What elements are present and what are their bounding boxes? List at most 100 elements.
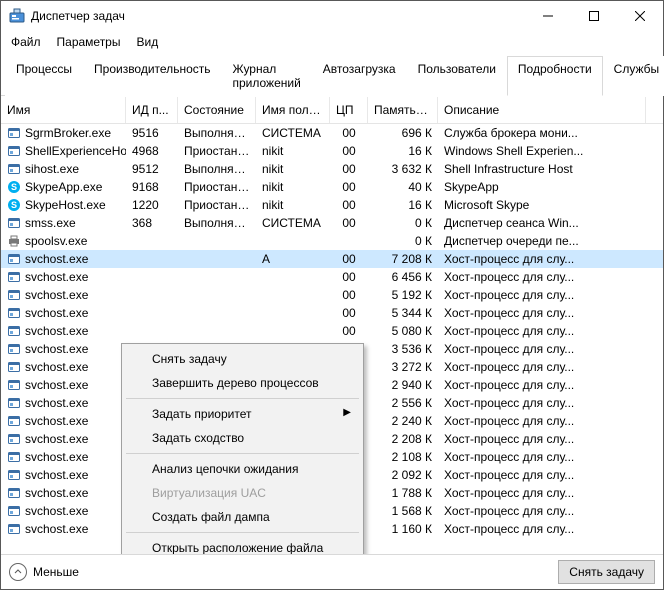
close-button[interactable]: [617, 1, 663, 31]
cell-mem: 5 080 К: [368, 323, 438, 339]
col-mem[interactable]: Память (ч...: [368, 97, 438, 123]
table-row[interactable]: svchost.exe006 456 КХост-процесс для слу…: [1, 268, 663, 286]
col-desc[interactable]: Описание: [438, 97, 646, 123]
tabs: ПроцессыПроизводительностьЖурнал приложе…: [1, 55, 663, 96]
process-icon: [7, 522, 21, 536]
process-name: svchost.exe: [25, 504, 88, 518]
process-name: SkypeHost.exe: [25, 198, 106, 212]
fewer-details-button[interactable]: Меньше: [9, 563, 79, 581]
context-menu-item[interactable]: Анализ цепочки ожидания: [124, 457, 361, 481]
table-row[interactable]: sihost.exe9512Выполняетсяnikit003 632 КS…: [1, 160, 663, 178]
cell-desc: Хост-процесс для слу...: [438, 431, 663, 447]
tab-6[interactable]: Службы: [603, 56, 664, 96]
context-menu-item[interactable]: Снять задачу: [124, 347, 361, 371]
cell-state: [178, 258, 256, 260]
process-name: sihost.exe: [25, 162, 79, 176]
process-icon: [7, 396, 21, 410]
col-name[interactable]: Имя: [1, 97, 126, 123]
table-row[interactable]: svchost.exe005 080 КХост-процесс для слу…: [1, 322, 663, 340]
table-row[interactable]: svchost.exe005 192 КХост-процесс для слу…: [1, 286, 663, 304]
process-icon: [7, 234, 21, 248]
menu-file[interactable]: Файл: [3, 33, 49, 51]
col-pid[interactable]: ИД п...: [126, 97, 178, 123]
table-row[interactable]: SSkypeHost.exe1220Приостановлnikit0016 К…: [1, 196, 663, 214]
cell-state: Выполняется: [178, 125, 256, 141]
cell-mem: 7 208 К: [368, 251, 438, 267]
cell-user: [256, 240, 330, 242]
process-icon: [7, 468, 21, 482]
col-cpu[interactable]: ЦП: [330, 97, 368, 123]
tab-4[interactable]: Пользователи: [407, 56, 507, 96]
menu-separator: [126, 398, 359, 399]
cell-mem: 1 788 К: [368, 485, 438, 501]
context-menu-item[interactable]: Создать файл дампа: [124, 505, 361, 529]
tab-5[interactable]: Подробности: [507, 56, 603, 96]
cell-pid: [126, 330, 178, 332]
cell-desc: Служба брокера мони...: [438, 125, 663, 141]
process-icon: [7, 288, 21, 302]
cell-pid: [126, 240, 178, 242]
context-menu-item[interactable]: Задать приоритет▶: [124, 402, 361, 426]
tab-1[interactable]: Производительность: [83, 56, 221, 96]
cell-state: Приостановл: [178, 143, 256, 159]
cell-desc: Microsoft Skype: [438, 197, 663, 213]
process-icon: [7, 306, 21, 320]
cell-cpu: 00: [330, 251, 368, 267]
menu-separator: [126, 532, 359, 533]
cell-user: [256, 294, 330, 296]
cell-mem: 696 К: [368, 125, 438, 141]
context-menu-item[interactable]: Открыть расположение файла: [124, 536, 361, 555]
menu-options[interactable]: Параметры: [49, 33, 129, 51]
tab-3[interactable]: Автозагрузка: [312, 56, 407, 96]
cell-mem: 40 К: [368, 179, 438, 195]
submenu-arrow-icon: ▶: [343, 407, 351, 418]
cell-user: [256, 330, 330, 332]
cell-desc: Хост-процесс для слу...: [438, 305, 663, 321]
table-row[interactable]: SSkypeApp.exe9168Приостановлnikit0040 КS…: [1, 178, 663, 196]
cell-user: [256, 276, 330, 278]
cell-state: Выполняется: [178, 215, 256, 231]
cell-pid: [126, 312, 178, 314]
context-menu-item[interactable]: Завершить дерево процессов: [124, 371, 361, 395]
cell-pid: 4968: [126, 143, 178, 159]
process-icon: [7, 144, 21, 158]
cell-desc: Диспетчер сеанса Win...: [438, 215, 663, 231]
col-user[interactable]: Имя польз...: [256, 97, 330, 123]
table-row[interactable]: svchost.exe005 344 КХост-процесс для слу…: [1, 304, 663, 322]
minimize-button[interactable]: [525, 1, 571, 31]
table-row[interactable]: smss.exe368ВыполняетсяСИСТЕМА000 КДиспет…: [1, 214, 663, 232]
cell-pid: 9512: [126, 161, 178, 177]
cell-mem: 3 272 К: [368, 359, 438, 375]
cell-desc: Хост-процесс для слу...: [438, 485, 663, 501]
process-icon: S: [7, 198, 21, 212]
cell-mem: 0 К: [368, 233, 438, 249]
cell-state: [178, 240, 256, 242]
svg-text:S: S: [11, 200, 17, 210]
menu-view[interactable]: Вид: [128, 33, 166, 51]
table-row[interactable]: SgrmBroker.exe9516ВыполняетсяСИСТЕМА0069…: [1, 124, 663, 142]
cell-desc: SkypeApp: [438, 179, 663, 195]
maximize-button[interactable]: [571, 1, 617, 31]
app-icon: [9, 8, 25, 24]
cell-user: [256, 312, 330, 314]
table-row[interactable]: ShellExperienceHost.4968Приостановлnikit…: [1, 142, 663, 160]
process-icon: [7, 342, 21, 356]
cell-desc: Хост-процесс для слу...: [438, 287, 663, 303]
cell-user: СИСТЕМА: [256, 215, 330, 231]
cell-mem: 6 456 К: [368, 269, 438, 285]
process-name: svchost.exe: [25, 432, 88, 446]
process-name: svchost.exe: [25, 522, 88, 536]
process-icon: [7, 270, 21, 284]
process-icon: [7, 486, 21, 500]
tab-0[interactable]: Процессы: [5, 56, 83, 96]
table-row[interactable]: spoolsv.exe0 КДиспетчер очереди пе...: [1, 232, 663, 250]
process-name: SkypeApp.exe: [25, 180, 102, 194]
tab-2[interactable]: Журнал приложений: [222, 56, 312, 96]
context-menu-item[interactable]: Задать сходство: [124, 426, 361, 450]
table-row[interactable]: svchost.exeА007 208 КХост-процесс для сл…: [1, 250, 663, 268]
cell-mem: 5 344 К: [368, 305, 438, 321]
end-task-button[interactable]: Снять задачу: [558, 560, 655, 584]
process-icon: [7, 378, 21, 392]
col-state[interactable]: Состояние: [178, 97, 256, 123]
window-title: Диспетчер задач: [31, 9, 525, 23]
